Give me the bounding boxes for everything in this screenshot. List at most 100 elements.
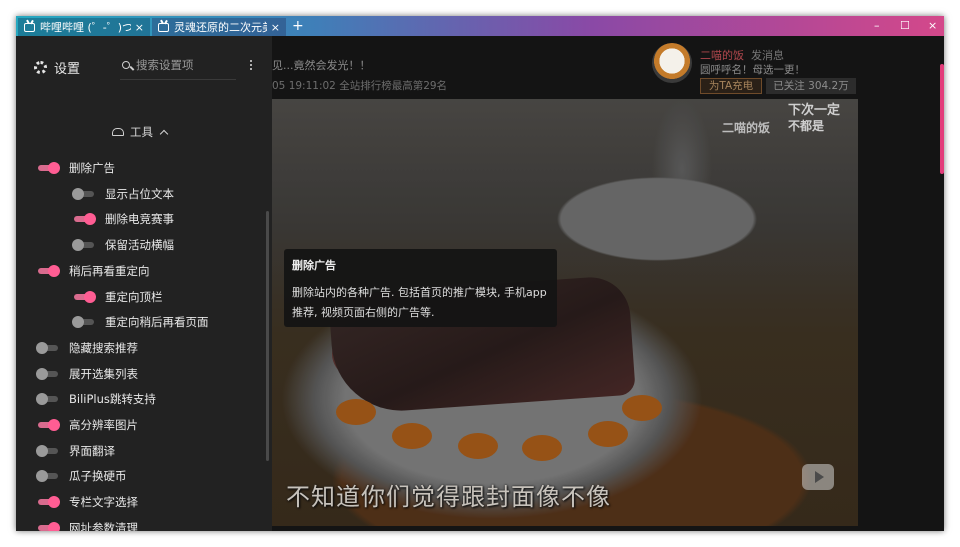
- more-options-icon[interactable]: [250, 60, 253, 72]
- bilibili-tv-icon: [24, 22, 35, 32]
- bilibili-tv-icon: [158, 22, 169, 32]
- bilibili-play-icon: [802, 464, 834, 490]
- setting-row[interactable]: 隐藏搜索推荐: [36, 337, 138, 359]
- toggle-switch[interactable]: [38, 496, 60, 509]
- setting-row[interactable]: 保留活动横幅: [72, 234, 174, 256]
- toggle-switch[interactable]: [36, 367, 58, 380]
- uploader-description: 圆呼呼名！母选一更！: [700, 64, 805, 76]
- uploader-avatar[interactable]: [652, 43, 692, 83]
- toggle-switch[interactable]: [74, 290, 96, 303]
- maximize-button[interactable]: ☐: [900, 18, 910, 34]
- settings-scrollbar[interactable]: [266, 211, 269, 461]
- search-input[interactable]: [136, 58, 226, 72]
- setting-label: 高分辨率图片: [69, 418, 138, 432]
- tooltip-title: 删除广告: [292, 259, 336, 272]
- settings-header: 设置: [34, 58, 80, 77]
- search-icon: [122, 61, 130, 69]
- tab-close-icon[interactable]: ×: [135, 21, 144, 34]
- toggle-switch[interactable]: [72, 316, 94, 329]
- toggle-knob: [36, 470, 48, 483]
- close-window-button[interactable]: ×: [928, 18, 937, 34]
- setting-label: 隐藏搜索推荐: [69, 340, 138, 355]
- tab-bilibili-home[interactable]: 哔哩哔哩 (゜-゜)つロ ×: [18, 18, 150, 36]
- setting-label: 网址参数清理: [69, 520, 138, 531]
- setting-label: 删除广告: [69, 161, 115, 175]
- setting-row[interactable]: 网址参数清理: [38, 517, 138, 531]
- toggle-knob: [72, 316, 84, 329]
- category-header[interactable]: 工具: [112, 124, 169, 140]
- tab-video[interactable]: 灵魂还原的二次元美 ×: [152, 18, 286, 36]
- video-meta: 05 19:11:02 全站排行榜最高第29名: [272, 80, 448, 92]
- settings-title: 设置: [54, 62, 81, 77]
- toggle-knob: [36, 341, 48, 354]
- uploader-name[interactable]: 二喵的饭: [700, 47, 744, 63]
- setting-label: 保留活动横幅: [105, 238, 174, 253]
- setting-label: 瓜子换硬币: [69, 469, 127, 484]
- setting-label: 展开选集列表: [69, 366, 138, 381]
- settings-panel: 设置 工具 删除广告显示占位文本删除电竞赛事保留活动横幅稍后再看重定向重定向顶栏…: [16, 36, 272, 531]
- video-watermark: 二喵的饭: [722, 121, 771, 135]
- setting-row[interactable]: 稍后再看重定向: [38, 260, 150, 282]
- video-subtitle: 不知道你们觉得跟封面像不像: [286, 483, 611, 511]
- follow-button[interactable]: 已关注 304.2万: [766, 78, 856, 94]
- toggle-switch[interactable]: [38, 419, 60, 431]
- setting-label: 稍后再看重定向: [69, 263, 150, 278]
- toggle-knob: [48, 496, 60, 509]
- toggle-knob: [72, 239, 84, 252]
- page-scrollbar[interactable]: [940, 64, 944, 174]
- video-watermark: 不都是: [788, 119, 825, 133]
- setting-row[interactable]: 显示占位文本: [72, 183, 174, 205]
- charge-button[interactable]: 为TA充电: [700, 78, 762, 94]
- setting-label: 删除电竞赛事: [105, 212, 174, 227]
- setting-label: 重定向稍后再看页面: [105, 315, 209, 330]
- setting-row[interactable]: 删除电竞赛事: [74, 208, 174, 230]
- setting-row[interactable]: 高分辨率图片: [38, 414, 138, 436]
- toggle-switch[interactable]: [36, 444, 58, 457]
- setting-label: 界面翻译: [69, 443, 115, 458]
- setting-row[interactable]: 重定向稍后再看页面: [72, 311, 209, 333]
- video-watermark: 下次一定: [788, 103, 841, 118]
- toggle-knob: [72, 187, 84, 200]
- setting-row[interactable]: 重定向顶栏: [74, 286, 163, 308]
- toggle-switch[interactable]: [38, 162, 60, 174]
- gear-icon: [34, 61, 47, 74]
- setting-row[interactable]: 专栏文字选择: [38, 491, 138, 513]
- toggle-switch[interactable]: [38, 264, 60, 277]
- settings-search[interactable]: [120, 58, 236, 80]
- setting-label: 显示占位文本: [105, 186, 174, 201]
- toggle-knob: [48, 521, 60, 531]
- toggle-switch[interactable]: [36, 341, 58, 354]
- toggle-switch[interactable]: [72, 239, 94, 252]
- toggle-switch[interactable]: [72, 187, 94, 200]
- toggle-knob: [48, 162, 60, 174]
- tab-close-icon[interactable]: ×: [271, 21, 280, 34]
- tab-label: 哔哩哔哩 (゜-゜)つロ: [40, 21, 131, 34]
- minimize-button[interactable]: –: [874, 18, 880, 34]
- toggle-switch[interactable]: [74, 213, 96, 226]
- setting-label: 重定向顶栏: [105, 289, 163, 304]
- toggle-switch[interactable]: [38, 521, 60, 531]
- setting-row[interactable]: 删除广告: [38, 157, 115, 179]
- toggle-knob: [36, 393, 48, 406]
- setting-label: BiliPlus跳转支持: [69, 392, 156, 407]
- toggle-knob: [48, 419, 60, 431]
- toggle-knob: [36, 444, 48, 457]
- toggle-switch[interactable]: [36, 470, 58, 483]
- browser-window: 哔哩哔哩 (゜-゜)つロ × 灵魂还原的二次元美 × + – ☐ × 见...竟…: [16, 16, 944, 531]
- setting-row[interactable]: 展开选集列表: [36, 363, 138, 385]
- toggle-knob: [36, 367, 48, 380]
- tab-label: 灵魂还原的二次元美: [174, 21, 267, 34]
- toggle-switch[interactable]: [36, 393, 58, 406]
- setting-row[interactable]: 瓜子换硬币: [36, 465, 127, 487]
- tooltip-body: 删除站内的各种广告. 包括首页的推广模块, 手机app推荐, 视频页面右侧的广告…: [292, 286, 547, 319]
- setting-row[interactable]: BiliPlus跳转支持: [36, 388, 156, 410]
- chevron-up-icon: [159, 129, 169, 138]
- tools-icon: [112, 128, 124, 136]
- toggle-knob: [84, 290, 96, 303]
- setting-tooltip: 删除广告 删除站内的各种广告. 包括首页的推广模块, 手机app推荐, 视频页面…: [284, 249, 557, 327]
- video-title: 见...竟然会发光！！: [272, 59, 371, 72]
- new-tab-button[interactable]: +: [292, 18, 304, 34]
- send-message-link[interactable]: 发消息: [751, 47, 784, 63]
- title-bar: 哔哩哔哩 (゜-゜)つロ × 灵魂还原的二次元美 × + – ☐ ×: [16, 16, 944, 36]
- setting-row[interactable]: 界面翻译: [36, 440, 115, 462]
